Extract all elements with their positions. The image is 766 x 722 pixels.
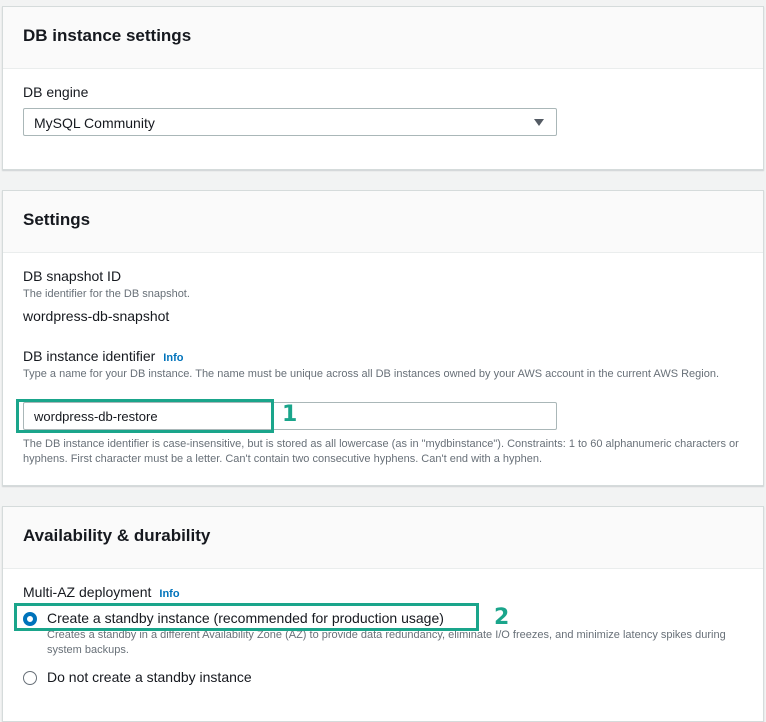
db-engine-label: DB engine <box>23 84 89 100</box>
db-instance-settings-panel: DB instance settings DB engine MySQL Com… <box>2 6 764 170</box>
db-engine-value: MySQL Community <box>34 115 155 131</box>
snapshot-id-value: wordpress-db-snapshot <box>23 308 170 324</box>
no-standby-radio[interactable] <box>23 671 37 685</box>
info-link[interactable]: Info <box>163 352 183 364</box>
standby-radio-description: Creates a standby in a different Availab… <box>47 629 726 656</box>
snapshot-id-description: The identifier for the DB snapshot. <box>23 288 190 300</box>
settings-panel: Settings DB snapshot ID The identifier f… <box>2 190 764 486</box>
highlight-box-2 <box>14 603 479 631</box>
callout-number-2: 2 <box>494 605 510 630</box>
highlight-box-1 <box>16 399 274 433</box>
panel-title: Settings <box>3 191 763 253</box>
no-standby-radio-label[interactable]: Do not create a standby instance <box>47 669 252 685</box>
instance-identifier-description: Type a name for your DB instance. The na… <box>23 368 720 380</box>
instance-identifier-constraints: The DB instance identifier is case-insen… <box>23 438 739 465</box>
instance-identifier-label-row: DB instance identifier Info <box>23 348 183 364</box>
chevron-down-icon <box>534 119 544 126</box>
callout-number-1: 1 <box>282 402 298 427</box>
multi-az-label: Multi-AZ deployment <box>23 584 152 600</box>
snapshot-id-label: DB snapshot ID <box>23 268 122 284</box>
db-engine-select[interactable]: MySQL Community <box>23 108 557 136</box>
multi-az-label-row: Multi-AZ deployment Info <box>23 584 180 600</box>
instance-identifier-label: DB instance identifier <box>23 348 156 364</box>
panel-title: Availability & durability <box>3 507 763 569</box>
panel-title: DB instance settings <box>3 7 763 69</box>
info-link[interactable]: Info <box>159 588 179 600</box>
